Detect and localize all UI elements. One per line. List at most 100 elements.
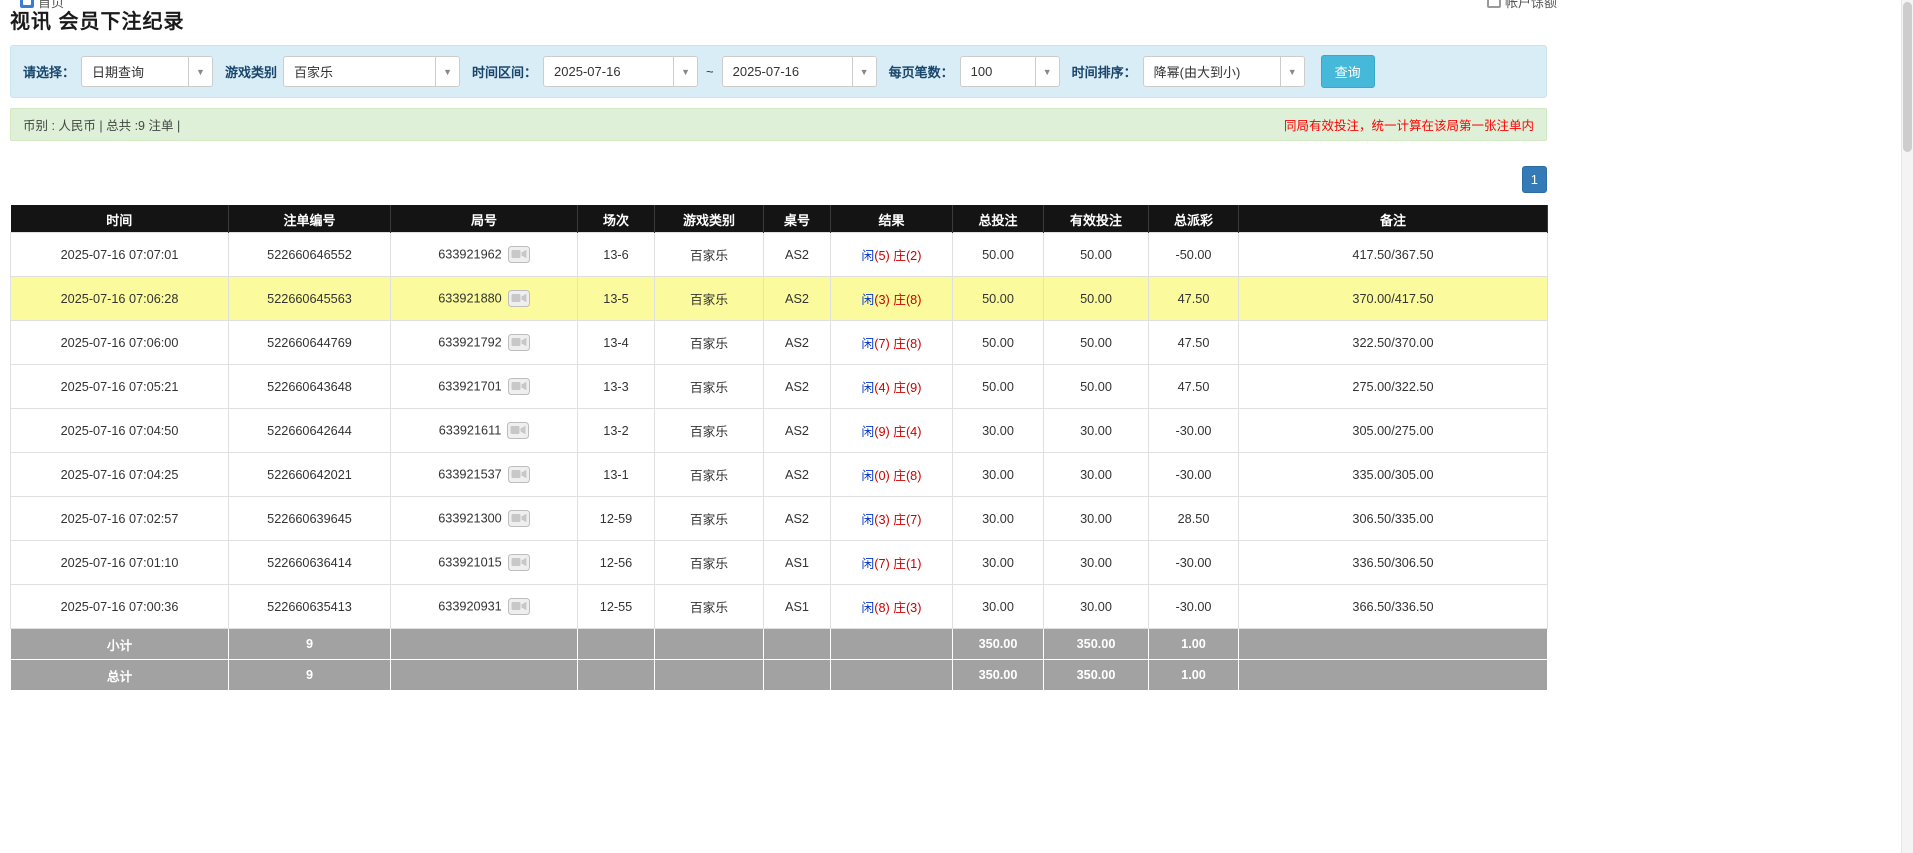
session-cell: 13-4 — [578, 321, 655, 365]
time-cell: 2025-07-16 07:06:28 — [11, 277, 229, 321]
total-bet-cell[interactable]: 30.00 — [953, 409, 1044, 453]
balance-icon — [1487, 0, 1501, 8]
summary-notice: 同局有效投注，统一计算在该局第一张注单内 — [1284, 115, 1534, 134]
table-no-cell: AS1 — [764, 585, 831, 629]
round-number: 633921300 — [438, 512, 502, 526]
table-footer: 小计9350.00350.001.00总计9350.00350.001.00 — [11, 629, 1548, 691]
top-bar: 首页 帐户馀额 — [20, 0, 1557, 11]
bet-id-cell: 522660639645 — [229, 497, 391, 541]
player-score: (4) — [874, 381, 890, 395]
summary-cell: 1.00 — [1149, 629, 1239, 660]
player-score: (7) — [874, 337, 890, 351]
header-cell: 总投注 — [953, 206, 1044, 233]
replay-video-icon[interactable] — [508, 510, 530, 527]
result-cell: 闲(3) 庄(8) — [831, 277, 953, 321]
round-number: 633921537 — [438, 468, 502, 482]
total-bet-cell[interactable]: 30.00 — [953, 453, 1044, 497]
replay-video-icon[interactable] — [508, 378, 530, 395]
table-header: 时间注单编号局号场次游戏类别桌号结果总投注有效投注总派彩备注 — [11, 206, 1548, 233]
session-cell: 12-55 — [578, 585, 655, 629]
player-score: (3) — [874, 293, 890, 307]
banker-result: 庄(8) — [890, 337, 922, 351]
summary-bar: 币别 : 人民币 | 总共 :9 注单 | 同局有效投注，统一计算在该局第一张注… — [10, 108, 1547, 141]
result-cell: 闲(9) 庄(4) — [831, 409, 953, 453]
round-cell: 633920931 — [391, 585, 578, 629]
page-size-select[interactable]: 100 ▼ — [960, 56, 1060, 87]
summary-cell: 350.00 — [1044, 660, 1149, 691]
total-bet-cell[interactable]: 50.00 — [953, 233, 1044, 277]
note-cell: 366.50/336.50 — [1239, 585, 1548, 629]
date-from-select[interactable]: 2025-07-16 ▼ — [543, 56, 698, 87]
valid-bet-cell: 30.00 — [1044, 585, 1149, 629]
table-row: 2025-07-16 07:00:36522660635413633920931… — [11, 585, 1548, 629]
replay-video-icon[interactable] — [508, 466, 530, 483]
scrollbar-thumb[interactable] — [1903, 2, 1912, 152]
replay-video-icon[interactable] — [508, 290, 530, 307]
query-type-select[interactable]: 日期查询 ▼ — [81, 56, 213, 87]
summary-cell: 9 — [229, 660, 391, 691]
session-cell: 13-3 — [578, 365, 655, 409]
payout-cell: -30.00 — [1149, 541, 1239, 585]
summary-cell — [831, 629, 953, 660]
sort-value: 降幂(由大到小) — [1144, 57, 1280, 86]
date-to-select[interactable]: 2025-07-16 ▼ — [722, 56, 877, 87]
session-cell: 12-59 — [578, 497, 655, 541]
summary-cell: 350.00 — [1044, 629, 1149, 660]
payout-cell: 47.50 — [1149, 321, 1239, 365]
total-bet-cell[interactable]: 50.00 — [953, 365, 1044, 409]
round-number: 633920931 — [438, 600, 502, 614]
session-cell: 13-1 — [578, 453, 655, 497]
round-cell: 633921792 — [391, 321, 578, 365]
replay-video-icon[interactable] — [508, 334, 530, 351]
total-bet-cell[interactable]: 30.00 — [953, 497, 1044, 541]
account-balance-link[interactable]: 帐户馀额 — [1487, 0, 1557, 11]
player-result: 闲 — [862, 425, 875, 439]
payout-cell: 47.50 — [1149, 277, 1239, 321]
total-bet-cell[interactable]: 50.00 — [953, 277, 1044, 321]
vertical-scrollbar[interactable] — [1901, 0, 1913, 853]
date-range-tilde: ~ — [706, 64, 714, 79]
valid-bet-cell: 50.00 — [1044, 277, 1149, 321]
total-bet-cell[interactable]: 50.00 — [953, 321, 1044, 365]
game-type-cell: 百家乐 — [655, 453, 764, 497]
sort-select[interactable]: 降幂(由大到小) ▼ — [1143, 56, 1305, 87]
total-bet-cell[interactable]: 30.00 — [953, 541, 1044, 585]
note-cell: 335.00/305.00 — [1239, 453, 1548, 497]
game-type-label: 游戏类别 — [225, 62, 277, 81]
replay-video-icon[interactable] — [508, 554, 530, 571]
bet-id-cell: 522660646552 — [229, 233, 391, 277]
player-result: 闲 — [862, 249, 875, 263]
banker-result: 庄(8) — [890, 469, 922, 483]
table-no-cell: AS2 — [764, 233, 831, 277]
replay-video-icon[interactable] — [508, 246, 530, 263]
replay-video-icon[interactable] — [507, 422, 529, 439]
valid-bet-cell: 50.00 — [1044, 233, 1149, 277]
total-bet-cell[interactable]: 30.00 — [953, 585, 1044, 629]
banker-result: 庄(7) — [890, 513, 922, 527]
time-cell: 2025-07-16 07:04:25 — [11, 453, 229, 497]
header-cell: 场次 — [578, 206, 655, 233]
table-no-cell: AS2 — [764, 453, 831, 497]
table-row: 2025-07-16 07:04:25522660642021633921537… — [11, 453, 1548, 497]
player-result: 闲 — [862, 557, 875, 571]
player-result: 闲 — [862, 513, 875, 527]
table-row: 2025-07-16 07:01:10522660636414633921015… — [11, 541, 1548, 585]
table-no-cell: AS1 — [764, 541, 831, 585]
time-cell: 2025-07-16 07:01:10 — [11, 541, 229, 585]
player-result: 闲 — [862, 293, 875, 307]
summary-cell: 9 — [229, 629, 391, 660]
summary-cell: 总计 — [11, 660, 229, 691]
result-cell: 闲(7) 庄(1) — [831, 541, 953, 585]
summary-cell: 1.00 — [1149, 660, 1239, 691]
replay-video-icon[interactable] — [508, 598, 530, 615]
game-type-cell: 百家乐 — [655, 365, 764, 409]
game-type-select[interactable]: 百家乐 ▼ — [283, 56, 460, 87]
search-button[interactable]: 查询 — [1321, 55, 1375, 88]
filter-bar: 请选择： 日期查询 ▼ 游戏类别 百家乐 ▼ 时间区间： 2025-07-16 … — [10, 45, 1547, 98]
player-result: 闲 — [862, 601, 875, 615]
summary-currency-total: 币别 : 人民币 | 总共 :9 注单 | — [23, 115, 180, 134]
payout-cell: -30.00 — [1149, 585, 1239, 629]
chevron-down-icon: ▼ — [673, 57, 697, 86]
page-1-button[interactable]: 1 — [1522, 166, 1547, 193]
valid-bet-cell: 30.00 — [1044, 453, 1149, 497]
